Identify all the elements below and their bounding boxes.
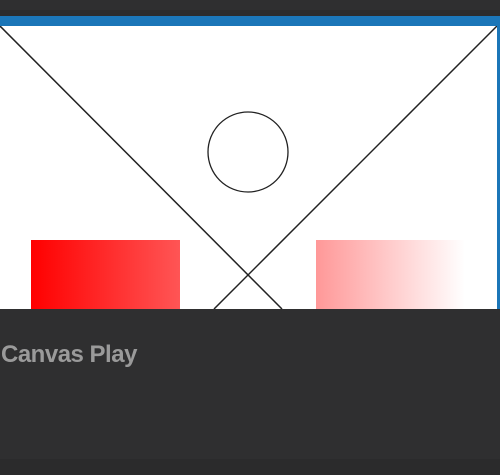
red-gradient-rect [31,240,180,309]
outline-circle [207,111,289,193]
preview-frame[interactable] [0,16,500,309]
card-footer: Canvas Play [0,309,500,459]
bottom-strip [0,459,500,475]
project-card[interactable]: Canvas Play [0,16,500,475]
canvas-preview[interactable] [0,26,497,309]
top-strip [0,0,500,10]
canvas-drawing [0,26,497,309]
pink-gradient-rect [316,240,465,309]
card-title[interactable]: Canvas Play [1,341,137,369]
